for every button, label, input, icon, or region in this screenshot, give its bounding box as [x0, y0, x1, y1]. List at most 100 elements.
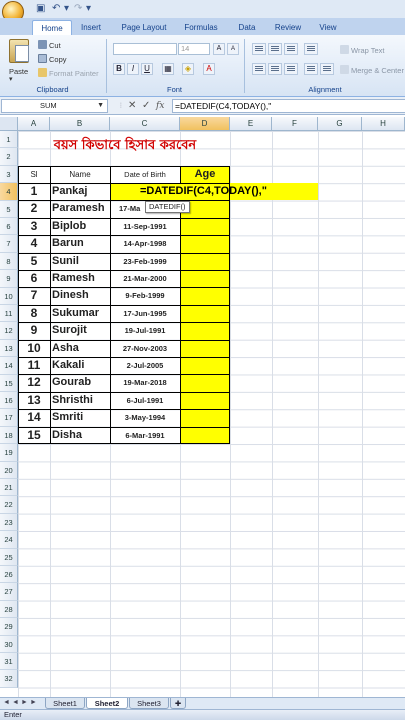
- format-painter-button[interactable]: Format Painter: [38, 68, 99, 79]
- copy-icon: [38, 54, 47, 63]
- tab-home[interactable]: Home: [32, 20, 72, 35]
- undo-dropdown-icon[interactable]: ▾: [64, 3, 69, 15]
- grid-line: [362, 131, 363, 697]
- row-header[interactable]: 27: [0, 583, 18, 601]
- align-left-icon[interactable]: [252, 63, 266, 75]
- undo-icon[interactable]: ↶: [52, 3, 60, 15]
- save-icon[interactable]: ▣: [36, 3, 45, 15]
- row-header[interactable]: 6: [0, 218, 18, 236]
- sheet-tab-1[interactable]: Sheet1: [45, 698, 85, 709]
- shrink-font-icon[interactable]: A: [227, 43, 239, 55]
- italic-button[interactable]: I: [127, 63, 139, 75]
- cut-label: Cut: [49, 41, 61, 50]
- row-header[interactable]: 19: [0, 444, 18, 462]
- bold-button[interactable]: B: [113, 63, 125, 75]
- decrease-indent-icon[interactable]: [304, 63, 318, 75]
- row-header[interactable]: 20: [0, 461, 18, 479]
- copy-button[interactable]: Copy: [38, 54, 67, 65]
- insert-function-icon[interactable]: fx: [156, 99, 164, 113]
- row-header[interactable]: 28: [0, 600, 18, 619]
- row-header[interactable]: 23: [0, 513, 18, 532]
- grid-line: [318, 131, 319, 697]
- orientation-icon[interactable]: [304, 43, 318, 55]
- row-header[interactable]: 5: [0, 200, 18, 218]
- align-center-icon[interactable]: [268, 63, 282, 75]
- font-color-icon[interactable]: A: [203, 63, 215, 75]
- tab-view[interactable]: View: [312, 20, 344, 35]
- select-all-corner[interactable]: [0, 117, 18, 131]
- wrap-text-icon: [340, 45, 349, 54]
- first-sheet-icon[interactable]: ◄: [3, 699, 10, 706]
- customize-qat-icon[interactable]: ▾: [86, 3, 91, 15]
- last-sheet-icon[interactable]: ►: [30, 699, 37, 706]
- cut-button[interactable]: Cut: [38, 40, 61, 51]
- row-header[interactable]: 7: [0, 235, 18, 253]
- column-header-e[interactable]: E: [230, 117, 272, 131]
- row-header[interactable]: 24: [0, 531, 18, 549]
- paste-icon[interactable]: [9, 39, 29, 63]
- increase-indent-icon[interactable]: [320, 63, 334, 75]
- font-name-dropdown[interactable]: [113, 43, 177, 55]
- row-header[interactable]: 12: [0, 322, 18, 340]
- formula-input[interactable]: =DATEDIF(C4,TODAY(),": [172, 99, 405, 113]
- row-header[interactable]: 31: [0, 653, 18, 671]
- tab-insert[interactable]: Insert: [74, 20, 108, 35]
- column-header-g[interactable]: G: [318, 117, 362, 131]
- column-header-f[interactable]: F: [272, 117, 318, 131]
- insert-sheet-icon[interactable]: ✚: [170, 698, 186, 709]
- tab-page-layout[interactable]: Page Layout: [114, 20, 174, 35]
- align-bottom-icon[interactable]: [284, 43, 298, 55]
- tab-review[interactable]: Review: [268, 20, 308, 35]
- row-header[interactable]: 1: [0, 131, 18, 149]
- align-middle-icon[interactable]: [268, 43, 282, 55]
- row-header[interactable]: 11: [0, 305, 18, 323]
- cancel-icon[interactable]: ✕: [128, 99, 136, 113]
- row-header[interactable]: 4: [0, 183, 18, 201]
- row-header[interactable]: 15: [0, 374, 18, 392]
- row-header[interactable]: 17: [0, 409, 18, 427]
- format-painter-label: Format Painter: [49, 69, 99, 78]
- enter-icon[interactable]: ✓: [142, 99, 150, 113]
- column-header-d[interactable]: D: [180, 117, 230, 131]
- row-header[interactable]: 21: [0, 479, 18, 497]
- row-header[interactable]: 29: [0, 618, 18, 636]
- column-header-a[interactable]: A: [18, 117, 50, 131]
- row-header[interactable]: 26: [0, 566, 18, 584]
- align-top-icon[interactable]: [252, 43, 266, 55]
- merge-center-button[interactable]: Merge & Center: [340, 65, 404, 76]
- align-right-icon[interactable]: [284, 63, 298, 75]
- row-header[interactable]: 9: [0, 270, 18, 288]
- row-header[interactable]: 8: [0, 252, 18, 271]
- row-header[interactable]: 18: [0, 426, 18, 445]
- sheet-tab-2[interactable]: Sheet2: [86, 698, 128, 709]
- row-header[interactable]: 10: [0, 287, 18, 305]
- column-header-h[interactable]: H: [362, 117, 405, 131]
- row-header[interactable]: 30: [0, 635, 18, 653]
- row-header[interactable]: 32: [0, 670, 18, 688]
- row-header[interactable]: 14: [0, 357, 18, 375]
- tab-data[interactable]: Data: [230, 20, 264, 35]
- column-header-b[interactable]: B: [50, 117, 110, 131]
- sheet-tab-3[interactable]: Sheet3: [129, 698, 169, 709]
- row-header[interactable]: 13: [0, 339, 18, 358]
- prev-sheet-icon[interactable]: ◄: [12, 699, 19, 706]
- tab-formulas[interactable]: Formulas: [178, 20, 224, 35]
- row-header[interactable]: 16: [0, 392, 18, 410]
- redo-icon[interactable]: ↷: [74, 3, 82, 15]
- row-header[interactable]: 25: [0, 548, 18, 566]
- cell-d4-editing[interactable]: =DATEDIF(C4,TODAY(),": [140, 183, 267, 200]
- formula-bar: SUM ▼ ⋮ ✕ ✓ fx =DATEDIF(C4,TODAY(),": [0, 97, 405, 115]
- grow-font-icon[interactable]: A: [213, 43, 225, 55]
- name-box[interactable]: SUM ▼: [1, 99, 108, 113]
- row-header[interactable]: 2: [0, 148, 18, 166]
- wrap-text-button[interactable]: Wrap Text: [340, 45, 385, 56]
- font-size-dropdown[interactable]: 14: [178, 43, 210, 55]
- chevron-down-icon[interactable]: ▼: [97, 100, 104, 112]
- underline-button[interactable]: U: [141, 63, 153, 75]
- next-sheet-icon[interactable]: ►: [21, 699, 28, 706]
- row-header[interactable]: 3: [0, 165, 18, 184]
- row-header[interactable]: 22: [0, 496, 18, 514]
- column-header-c[interactable]: C: [110, 117, 180, 131]
- borders-icon[interactable]: ▦: [162, 63, 174, 75]
- fill-color-icon[interactable]: ◈: [182, 63, 194, 75]
